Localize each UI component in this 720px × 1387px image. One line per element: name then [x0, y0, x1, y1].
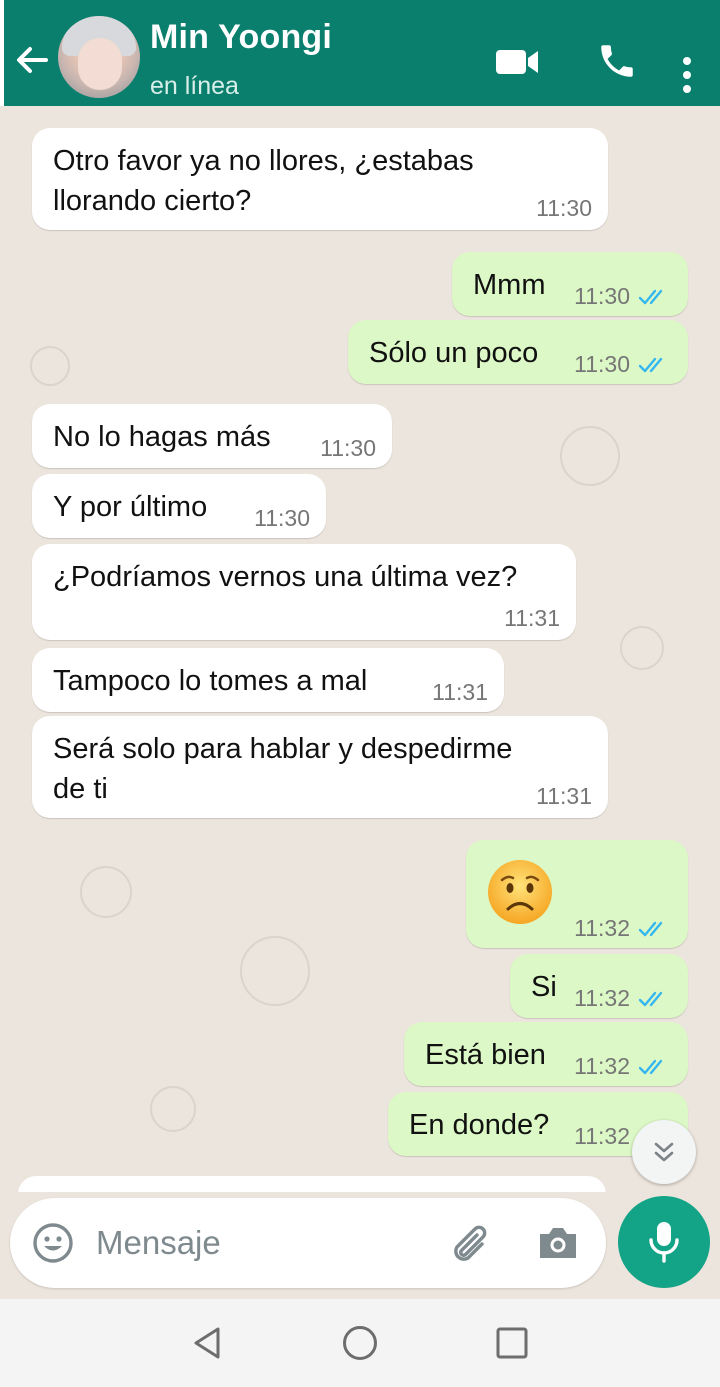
message-time: 11:32	[574, 1123, 630, 1149]
chat-header: Min Yoongi en línea	[0, 0, 720, 106]
message-time: 11:31	[536, 783, 592, 809]
message-bubble-incoming[interactable]: ¿Podríamos vernos una última vez? 11:31	[32, 544, 576, 640]
message-bubble-incoming[interactable]: Y por último 11:30	[32, 474, 326, 538]
voice-message-button[interactable]	[618, 1196, 710, 1288]
message-time: 11:31	[504, 605, 560, 631]
message-time: 11:30	[574, 283, 630, 309]
message-time: 11:30	[320, 435, 376, 461]
message-text: Y por último	[53, 491, 208, 523]
contact-avatar[interactable]	[58, 16, 140, 98]
double-chevron-down-icon	[654, 1142, 674, 1162]
message-text: ¿Podríamos vernos una última vez?	[53, 561, 518, 593]
message-time: 11:32	[574, 915, 630, 941]
message-text: Tampoco lo tomes a mal	[53, 665, 368, 697]
attach-icon[interactable]	[448, 1220, 496, 1268]
nav-back-icon[interactable]	[190, 1325, 224, 1361]
voice-call-icon[interactable]	[596, 40, 638, 82]
back-arrow-icon[interactable]	[12, 40, 52, 80]
message-bubble-incoming[interactable]: Otro favor ya no llores, ¿estabas lloran…	[32, 128, 608, 230]
message-bubble-outgoing[interactable]: Está bien 11:32	[404, 1022, 688, 1086]
message-input[interactable]: Mensaje	[96, 1224, 221, 1262]
message-bubble-outgoing[interactable]: Mmm 11:30	[452, 252, 688, 316]
wallpaper-doodle	[150, 1086, 196, 1132]
message-time: 11:32	[574, 985, 630, 1011]
message-bubble-incoming[interactable]: No lo hagas más 11:30	[32, 404, 392, 468]
microphone-icon	[649, 1222, 679, 1263]
contact-name[interactable]: Min Yoongi	[150, 18, 332, 57]
wallpaper-doodle	[620, 626, 664, 670]
worried-face-emoji	[488, 860, 552, 924]
chat-area[interactable]: Otro favor ya no llores, ¿estabas lloran…	[0, 106, 720, 1192]
nav-home-icon[interactable]	[342, 1325, 378, 1361]
contact-status: en línea	[150, 72, 239, 100]
message-text: Está bien	[425, 1039, 546, 1071]
read-ticks-icon	[638, 1059, 663, 1075]
message-text: No lo hagas más	[53, 421, 271, 453]
message-bubble-outgoing[interactable]: Si 11:32	[510, 954, 688, 1018]
wallpaper-doodle	[240, 936, 310, 1006]
nav-recents-icon[interactable]	[496, 1327, 528, 1359]
more-options-icon[interactable]	[680, 56, 694, 94]
wallpaper-doodle	[80, 866, 132, 918]
read-ticks-icon	[638, 921, 663, 937]
message-time: 11:31	[432, 679, 488, 705]
message-time: 11:30	[254, 505, 310, 531]
message-bubble-outgoing[interactable]: Sólo un poco 11:30	[348, 320, 688, 384]
message-time: 11:30	[536, 195, 592, 221]
message-bubble-outgoing[interactable]: 11:32	[466, 840, 688, 948]
message-time: 11:30	[574, 351, 630, 377]
read-ticks-icon	[638, 991, 663, 1007]
system-navigation-bar	[0, 1299, 720, 1387]
camera-icon[interactable]	[536, 1224, 580, 1262]
message-bubble-incoming[interactable]: Será solo para hablar y despedirme de ti…	[32, 716, 608, 818]
message-text: Mmm	[473, 269, 546, 301]
wallpaper-doodle	[560, 426, 620, 486]
video-call-icon[interactable]	[494, 46, 540, 78]
message-text: Si	[531, 971, 557, 1003]
message-time: 11:32	[574, 1053, 630, 1079]
message-bubble-incoming[interactable]: Tampoco lo tomes a mal 11:31	[32, 648, 504, 712]
read-ticks-icon	[638, 289, 663, 305]
message-text: Sólo un poco	[369, 337, 539, 369]
message-input-bar[interactable]: Mensaje	[10, 1198, 606, 1288]
emoji-icon[interactable]	[32, 1222, 74, 1264]
message-text: En donde?	[409, 1109, 550, 1141]
wallpaper-doodle	[30, 346, 70, 386]
message-text: Otro favor ya no llores, ¿estabas lloran…	[53, 145, 474, 217]
read-ticks-icon	[638, 357, 663, 373]
message-text: Será solo para hablar y despedirme de ti	[53, 733, 513, 805]
scroll-to-bottom-button[interactable]	[632, 1120, 696, 1184]
message-bubble-partial	[18, 1176, 606, 1192]
